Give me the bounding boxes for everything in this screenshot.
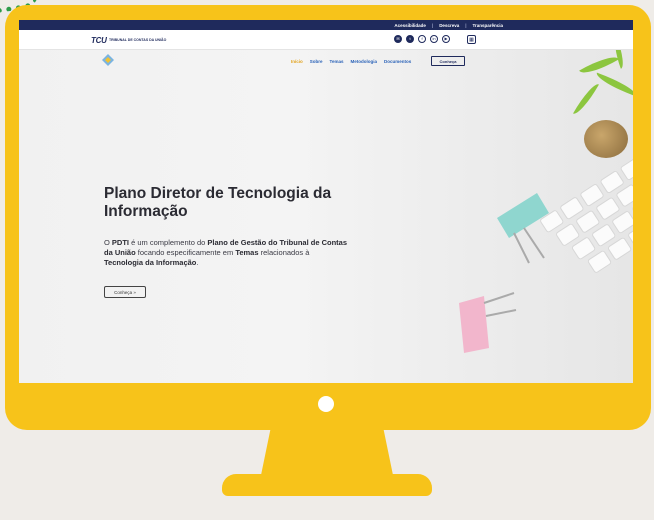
nav-item-documentos[interactable]: Documentos bbox=[384, 59, 411, 64]
nav-item-sobre[interactable]: Sobre bbox=[310, 59, 323, 64]
separator: | bbox=[465, 22, 467, 28]
power-button-icon bbox=[318, 396, 334, 412]
hero-text-part: é um complemento do bbox=[129, 238, 208, 247]
nav-links: Início Sobre Temas Metodologia Documento… bbox=[291, 59, 411, 64]
plant-leaf bbox=[593, 72, 633, 97]
tumblr-icon[interactable]: ✉ bbox=[394, 35, 402, 43]
accessibility-bar: Acessibilidade | Descreva | Transparênci… bbox=[19, 20, 633, 30]
hero-description: O PDTI é um complemento do Plano de Gest… bbox=[104, 238, 349, 268]
main-navbar: Início Sobre Temas Metodologia Documento… bbox=[19, 50, 633, 72]
transparency-link[interactable]: Transparência bbox=[472, 23, 503, 28]
tcu-logo[interactable]: TCU bbox=[91, 36, 107, 45]
facebook-icon[interactable]: f bbox=[418, 35, 426, 43]
social-links: ✉ t f in ▶ bbox=[394, 35, 450, 43]
nav-item-metodologia[interactable]: Metodologia bbox=[350, 59, 377, 64]
nav-item-temas[interactable]: Temas bbox=[330, 59, 344, 64]
monitor-stand-base bbox=[222, 474, 432, 496]
monitor-stand-neck bbox=[260, 428, 394, 480]
tcu-name: TRIBUNAL DE CONTAS DA UNIÃO bbox=[109, 38, 167, 42]
separator: | bbox=[431, 22, 434, 28]
monitor-chin bbox=[5, 380, 651, 430]
hero-text-part: O bbox=[104, 238, 112, 247]
linkedin-icon[interactable]: in bbox=[430, 35, 438, 43]
binder-clip-pink-icon bbox=[459, 292, 517, 353]
accessibility-link[interactable]: Acessibilidade bbox=[394, 23, 426, 28]
hero-title: Plano Diretor de Tecnologia da Informaçã… bbox=[104, 185, 332, 220]
brand-bar: TCU TRIBUNAL DE CONTAS DA UNIÃO ✉ t f in… bbox=[19, 30, 633, 50]
nav-item-inicio[interactable]: Início bbox=[291, 59, 303, 64]
hero-text-part: PDTI bbox=[111, 238, 130, 247]
plant-leaf bbox=[573, 80, 599, 118]
hero-text-part: . bbox=[196, 258, 199, 267]
gov-menu-icon[interactable]: ▦ bbox=[467, 35, 476, 44]
hero-text-part: focando especificamente em bbox=[135, 248, 236, 257]
conheca-hero-button[interactable]: Conheça » bbox=[104, 286, 146, 298]
hero-text-part: relacionados à bbox=[258, 248, 310, 257]
youtube-icon[interactable]: ▶ bbox=[442, 35, 450, 43]
website-screen: Acessibilidade | Descreva | Transparênci… bbox=[19, 20, 633, 383]
twitter-icon[interactable]: t bbox=[406, 35, 414, 43]
pdti-logo-icon[interactable] bbox=[102, 54, 114, 66]
search-link[interactable]: Descreva bbox=[439, 23, 459, 28]
conheca-nav-button[interactable]: Conheça bbox=[431, 56, 465, 66]
hero-text-part: Tecnologia da Informação bbox=[104, 258, 197, 267]
plant-pot bbox=[584, 120, 628, 158]
hero-text-part: Temas bbox=[235, 248, 259, 257]
